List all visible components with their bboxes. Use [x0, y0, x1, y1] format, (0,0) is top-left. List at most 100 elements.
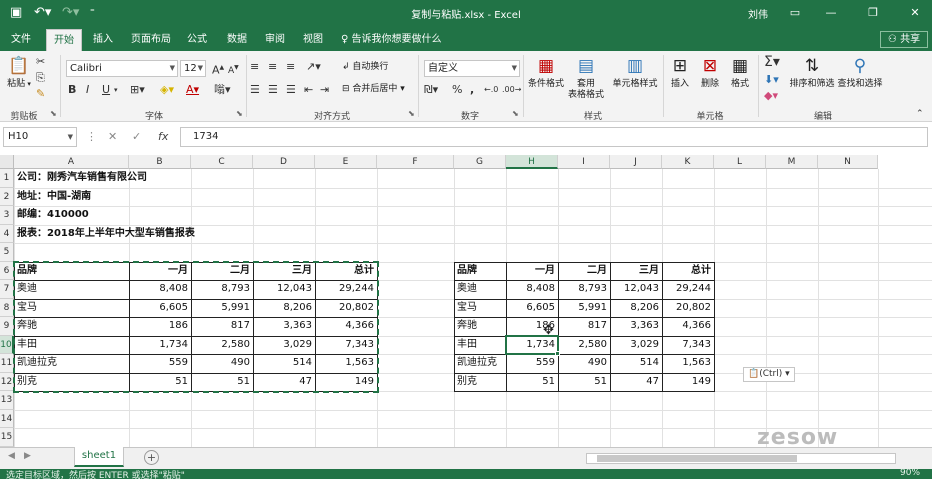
source-table-cell[interactable]: 4,366: [315, 317, 377, 336]
decrease-indent-icon[interactable]: ⇤: [304, 83, 313, 97]
row-header[interactable]: 4: [0, 224, 14, 243]
align-top-icon[interactable]: ≡: [250, 60, 259, 74]
name-box[interactable]: H10 ▼: [3, 127, 77, 147]
pasted-table-cell[interactable]: 51: [506, 373, 558, 392]
pasted-table-cell[interactable]: 817: [558, 317, 610, 336]
source-table-cell[interactable]: 514: [253, 354, 315, 373]
prev-sheet-icon[interactable]: ◀: [8, 451, 15, 461]
delete-cells-button[interactable]: ⊠ 删除: [696, 55, 724, 90]
fill-icon[interactable]: ⬇▾: [764, 73, 779, 87]
row-header[interactable]: 9: [0, 317, 14, 336]
pasted-table-cell[interactable]: 20,802: [662, 299, 714, 318]
borders-icon[interactable]: ⊞▾: [130, 83, 145, 97]
pasted-table-cell[interactable]: 宝马: [454, 299, 506, 318]
source-table-cell[interactable]: 奔驰: [14, 317, 129, 336]
source-table-cell[interactable]: 8,408: [129, 280, 191, 299]
number-format-combo[interactable]: 自定义 ▼: [424, 60, 520, 77]
align-left-icon[interactable]: ☰: [250, 83, 260, 97]
restore-icon[interactable]: ❐: [862, 4, 884, 22]
source-table-cell[interactable]: 1,563: [315, 354, 377, 373]
column-header[interactable]: I: [558, 155, 610, 169]
horizontal-scrollbar[interactable]: [586, 453, 896, 464]
row-header[interactable]: 1: [0, 169, 14, 188]
tab-insert[interactable]: 插入: [86, 29, 120, 51]
info-cell[interactable]: 公司：刚秀汽车销售有限公司: [14, 169, 150, 188]
source-table-cell[interactable]: 3,363: [253, 317, 315, 336]
source-table-cell[interactable]: 6,605: [129, 299, 191, 318]
tab-view[interactable]: 视图: [296, 29, 330, 51]
source-table-cell[interactable]: 817: [191, 317, 253, 336]
wrap-text-button[interactable]: ↲ 自动换行: [342, 61, 388, 74]
source-table-header-cell[interactable]: 品牌: [14, 262, 129, 281]
column-header[interactable]: F: [377, 155, 454, 169]
row-header[interactable]: 15: [0, 428, 14, 447]
column-header[interactable]: K: [662, 155, 714, 169]
row-header[interactable]: 14: [0, 409, 14, 428]
source-table-header-cell[interactable]: 二月: [191, 262, 253, 281]
font-name-combo[interactable]: Calibri ▼: [66, 60, 178, 77]
column-header[interactable]: C: [191, 155, 253, 169]
close-icon[interactable]: ✕: [904, 4, 926, 22]
add-sheet-icon[interactable]: +: [144, 450, 159, 465]
pasted-table-cell[interactable]: 5,991: [558, 299, 610, 318]
pasted-table-cell[interactable]: 2,580: [558, 336, 610, 355]
source-table-cell[interactable]: 186: [129, 317, 191, 336]
column-header[interactable]: D: [253, 155, 315, 169]
underline-icon[interactable]: U: [102, 83, 110, 97]
format-cells-button[interactable]: ▦ 格式: [726, 55, 754, 90]
source-table-cell[interactable]: 别克: [14, 373, 129, 392]
row-header[interactable]: 2: [0, 187, 14, 206]
copy-icon[interactable]: ⎘: [36, 71, 45, 85]
italic-icon[interactable]: I: [86, 83, 89, 97]
source-table-header-cell[interactable]: 一月: [129, 262, 191, 281]
align-center-icon[interactable]: ☰: [268, 83, 278, 97]
source-table-cell[interactable]: 凯迪拉克: [14, 354, 129, 373]
row-header[interactable]: 12: [0, 372, 14, 391]
scroll-thumb[interactable]: [597, 455, 797, 462]
merge-center-button[interactable]: ⊟ 合并后居中 ▾: [342, 83, 405, 96]
clear-icon[interactable]: ◆▾: [764, 89, 778, 103]
pasted-table-cell[interactable]: 3,363: [610, 317, 662, 336]
clipboard-launcher-icon[interactable]: ⬊: [50, 109, 57, 118]
worksheet-grid[interactable]: ABCDEFGHIJKLMN1234567891011121314151617公…: [0, 155, 932, 447]
pasted-table-cell[interactable]: 514: [610, 354, 662, 373]
column-header[interactable]: G: [454, 155, 506, 169]
source-table-header-cell[interactable]: 总计: [315, 262, 377, 281]
info-cell[interactable]: 地址：中国-湖南: [14, 188, 94, 207]
shrink-font-icon[interactable]: A▼: [228, 61, 239, 78]
insert-function-icon[interactable]: fx: [158, 129, 168, 145]
source-table-cell[interactable]: 47: [253, 373, 315, 392]
cancel-icon[interactable]: ✕: [108, 129, 117, 145]
source-table-cell[interactable]: 5,991: [191, 299, 253, 318]
row-header[interactable]: 8: [0, 298, 14, 317]
sort-filter-button[interactable]: ⇅ 排序和筛选: [788, 55, 836, 90]
currency-icon[interactable]: ₪▾: [424, 83, 438, 97]
pasted-table-cell[interactable]: 3,029: [610, 336, 662, 355]
pasted-table-cell[interactable]: 1,563: [662, 354, 714, 373]
column-header[interactable]: H: [506, 155, 558, 169]
comma-style-icon[interactable]: ,: [470, 83, 474, 97]
percent-icon[interactable]: %: [452, 83, 462, 97]
pasted-table-cell[interactable]: 490: [558, 354, 610, 373]
column-header[interactable]: N: [818, 155, 878, 169]
user-name[interactable]: 刘伟: [748, 6, 768, 21]
pasted-table-cell[interactable]: 别克: [454, 373, 506, 392]
tab-home[interactable]: 开始: [46, 29, 82, 51]
pasted-table-header-cell[interactable]: 总计: [662, 262, 714, 281]
font-size-combo[interactable]: 12 ▼: [180, 60, 206, 77]
tab-formulas[interactable]: 公式: [180, 29, 214, 51]
pasted-table-header-cell[interactable]: 一月: [506, 262, 558, 281]
pasted-table-cell[interactable]: 丰田: [454, 336, 506, 355]
source-table-cell[interactable]: 51: [129, 373, 191, 392]
row-header[interactable]: 6: [0, 261, 14, 280]
fill-color-icon[interactable]: ◈▾: [160, 83, 174, 97]
insert-cells-button[interactable]: ⊞ 插入: [666, 55, 694, 90]
font-launcher-icon[interactable]: ⬊: [236, 109, 243, 118]
minimize-icon[interactable]: —: [820, 4, 842, 22]
source-table-cell[interactable]: 559: [129, 354, 191, 373]
autosum-icon[interactable]: Σ▾: [764, 55, 780, 69]
conditional-format-button[interactable]: ▦ 条件格式: [526, 55, 566, 90]
increase-indent-icon[interactable]: ⇥: [320, 83, 329, 97]
ribbon-display-icon[interactable]: ▭: [784, 4, 806, 22]
row-header[interactable]: 11: [0, 354, 14, 373]
